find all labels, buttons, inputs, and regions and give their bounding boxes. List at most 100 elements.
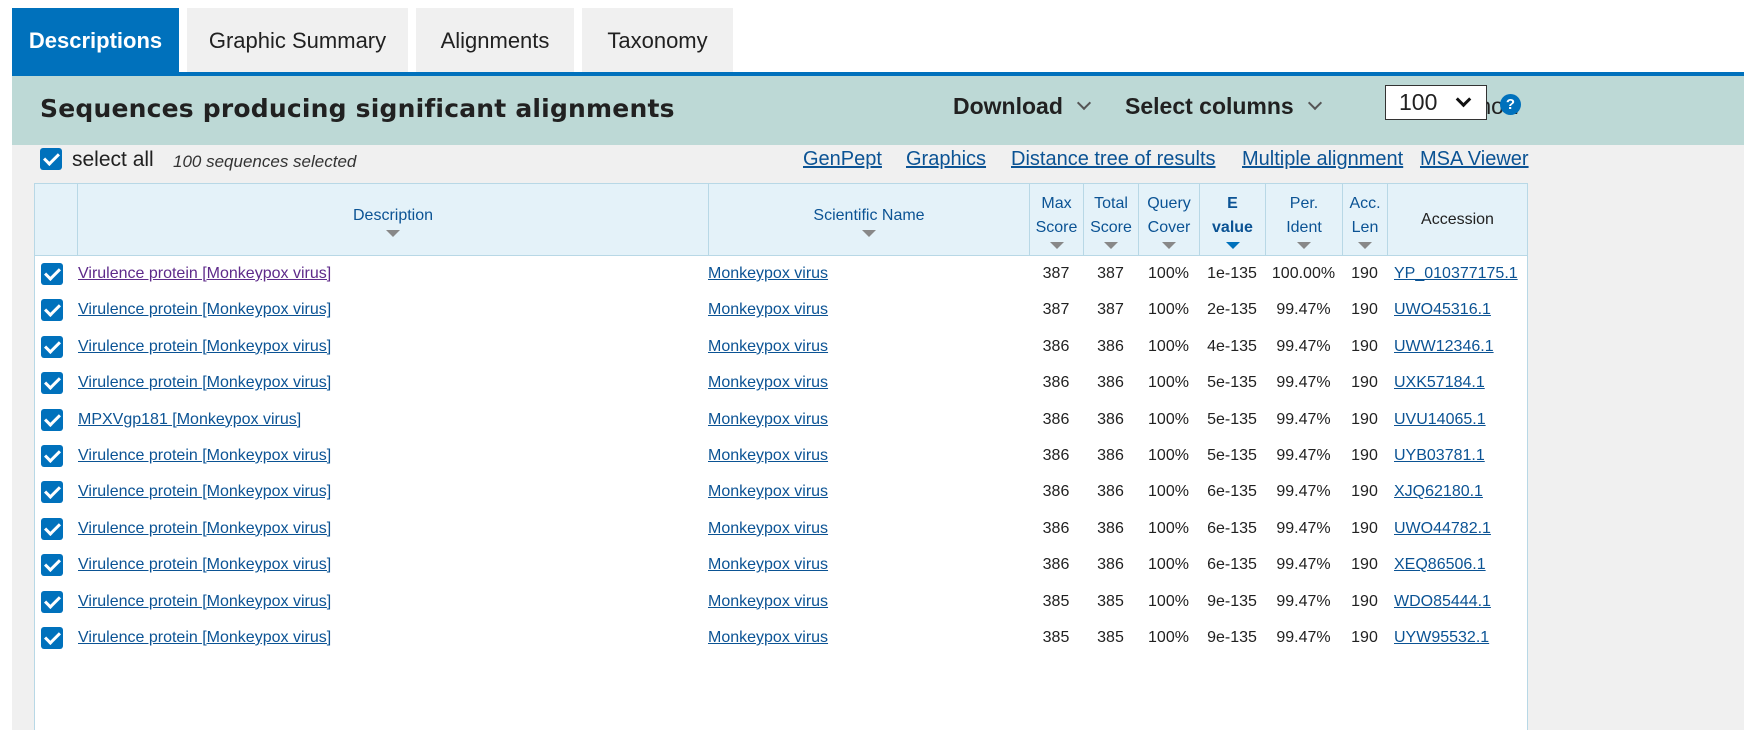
per-ident-cell: 99.47%	[1276, 410, 1331, 428]
description-link[interactable]: MPXVgp181 [Monkeypox virus]	[78, 411, 301, 429]
select-columns-dropdown[interactable]: Select columns	[1125, 93, 1322, 120]
row-checkbox[interactable]	[41, 554, 63, 577]
table-row: Virulence protein [Monkeypox virus] Monke…	[35, 365, 1527, 401]
accession-link[interactable]: UYB03781.1	[1394, 447, 1485, 465]
description-link[interactable]: Virulence protein [Monkeypox virus]	[78, 265, 331, 283]
column-description[interactable]: Description	[77, 184, 708, 256]
row-select-cell	[41, 584, 65, 620]
row-checkbox[interactable]	[41, 372, 63, 395]
row-checkbox[interactable]	[41, 408, 63, 431]
accession-link[interactable]: XJQ62180.1	[1394, 483, 1483, 501]
column-label: Score	[1035, 218, 1078, 236]
sort-arrow-icon	[1358, 241, 1372, 249]
description-cell: Virulence protein [Monkeypox virus]	[78, 620, 331, 656]
scientific-name-link[interactable]: Monkeypox virus	[708, 338, 828, 356]
graphics-link[interactable]: Graphics	[906, 148, 986, 171]
column-label: value	[1212, 218, 1253, 236]
msa-viewer-link[interactable]: MSA Viewer	[1420, 148, 1529, 171]
acc-len-cell: 190	[1351, 374, 1378, 392]
result-tabs: Descriptions Graphic Summary Alignments …	[12, 8, 741, 74]
row-checkbox[interactable]	[41, 445, 63, 467]
distance-tree-link[interactable]: Distance tree of results	[1011, 148, 1216, 171]
column-scientific-name[interactable]: Scientific Name	[708, 184, 1029, 256]
query-cover-cell: 100%	[1148, 592, 1189, 610]
column-acc-len[interactable]: Acc. Len	[1342, 184, 1387, 256]
acc-len-cell: 190	[1351, 629, 1378, 646]
scientific-name-link[interactable]: Monkeypox virus	[708, 301, 828, 319]
row-checkbox[interactable]	[41, 299, 63, 322]
scientific-name-link[interactable]: Monkeypox virus	[708, 447, 828, 465]
description-link[interactable]: Virulence protein [Monkeypox virus]	[78, 556, 331, 574]
column-per-ident[interactable]: Per. Ident	[1265, 184, 1342, 256]
query-cover-cell: 100%	[1148, 629, 1189, 646]
column-e-value[interactable]: E value	[1199, 184, 1265, 256]
column-accession[interactable]: Accession	[1387, 184, 1527, 256]
show-count-select[interactable]: 100	[1385, 85, 1487, 120]
accession-link[interactable]: UWO44782.1	[1394, 520, 1491, 538]
scientific-name-link[interactable]: Monkeypox virus	[708, 593, 828, 611]
accession-link[interactable]: XEQ86506.1	[1394, 556, 1486, 574]
row-checkbox[interactable]	[41, 335, 63, 358]
select-columns-label: Select columns	[1125, 93, 1294, 119]
description-link[interactable]: Virulence protein [Monkeypox virus]	[78, 374, 331, 392]
sort-arrow-icon	[1297, 241, 1311, 249]
row-select-cell	[41, 329, 65, 365]
max-score-cell: 385	[1042, 629, 1070, 646]
query-cover-cell: 100%	[1148, 519, 1189, 537]
row-checkbox[interactable]	[41, 627, 63, 649]
description-link[interactable]: Virulence protein [Monkeypox virus]	[78, 483, 331, 501]
scientific-name-cell: Monkeypox virus	[708, 402, 828, 438]
scientific-name-link[interactable]: Monkeypox virus	[708, 629, 828, 647]
table-row: MPXVgp181 [Monkeypox virus] Monkeypox vir…	[35, 402, 1527, 438]
accession-link[interactable]: UXK57184.1	[1394, 374, 1485, 392]
description-link[interactable]: Virulence protein [Monkeypox virus]	[78, 338, 331, 356]
column-label: Description	[352, 206, 434, 224]
accession-link[interactable]: UWW12346.1	[1394, 338, 1494, 356]
scientific-name-link[interactable]: Monkeypox virus	[708, 556, 828, 574]
per-ident-cell: 99.47%	[1276, 483, 1331, 501]
column-max-score[interactable]: Max Score	[1029, 184, 1083, 256]
description-link[interactable]: Virulence protein [Monkeypox virus]	[78, 301, 331, 319]
total-score-cell: 386	[1097, 519, 1124, 537]
accession-cell: UWO44782.1	[1394, 511, 1491, 547]
download-dropdown[interactable]: Download	[953, 93, 1091, 120]
tab-graphic-summary[interactable]: Graphic Summary	[187, 8, 408, 74]
accession-link[interactable]: UVU14065.1	[1394, 411, 1486, 429]
max-score-cell: 386	[1042, 483, 1070, 501]
description-link[interactable]: Virulence protein [Monkeypox virus]	[78, 520, 331, 538]
description-cell: Virulence protein [Monkeypox virus]	[78, 365, 331, 401]
row-checkbox[interactable]	[41, 590, 63, 613]
e-value-cell: 4e-135	[1207, 337, 1257, 355]
accession-link[interactable]: UYW95532.1	[1394, 629, 1489, 647]
chevron-down-icon	[1455, 91, 1472, 108]
scientific-name-link[interactable]: Monkeypox virus	[708, 520, 828, 538]
column-label: Total	[1094, 194, 1128, 212]
column-query-cover[interactable]: Query Cover	[1138, 184, 1199, 256]
help-icon[interactable]: ?	[1500, 94, 1521, 115]
acc-len-cell: 190	[1351, 410, 1378, 428]
column-total-score[interactable]: Total Score	[1083, 184, 1138, 256]
row-checkbox[interactable]	[41, 481, 63, 504]
scientific-name-link[interactable]: Monkeypox virus	[708, 265, 828, 283]
tab-alignments[interactable]: Alignments	[416, 8, 574, 74]
row-select-cell	[41, 365, 65, 401]
select-all-label[interactable]: select all	[72, 148, 154, 172]
accession-link[interactable]: WDO85444.1	[1394, 593, 1491, 611]
column-label: Per.	[1289, 194, 1319, 212]
row-checkbox[interactable]	[41, 517, 63, 540]
genpept-link[interactable]: GenPept	[803, 148, 882, 171]
description-link[interactable]: Virulence protein [Monkeypox virus]	[78, 447, 331, 465]
accession-link[interactable]: YP_010377175.1	[1394, 265, 1518, 283]
description-link[interactable]: Virulence protein [Monkeypox virus]	[78, 629, 331, 647]
scientific-name-link[interactable]: Monkeypox virus	[708, 411, 828, 429]
tab-descriptions[interactable]: Descriptions	[12, 8, 179, 74]
per-ident-cell: 100.00%	[1271, 265, 1336, 282]
tab-taxonomy[interactable]: Taxonomy	[582, 8, 733, 74]
accession-link[interactable]: UWO45316.1	[1394, 301, 1491, 319]
description-link[interactable]: Virulence protein [Monkeypox virus]	[78, 593, 331, 611]
row-checkbox[interactable]	[41, 263, 63, 285]
select-all-checkbox[interactable]	[40, 148, 62, 170]
multiple-alignment-link[interactable]: Multiple alignment	[1242, 148, 1403, 171]
scientific-name-link[interactable]: Monkeypox virus	[708, 374, 828, 392]
scientific-name-link[interactable]: Monkeypox virus	[708, 483, 828, 501]
